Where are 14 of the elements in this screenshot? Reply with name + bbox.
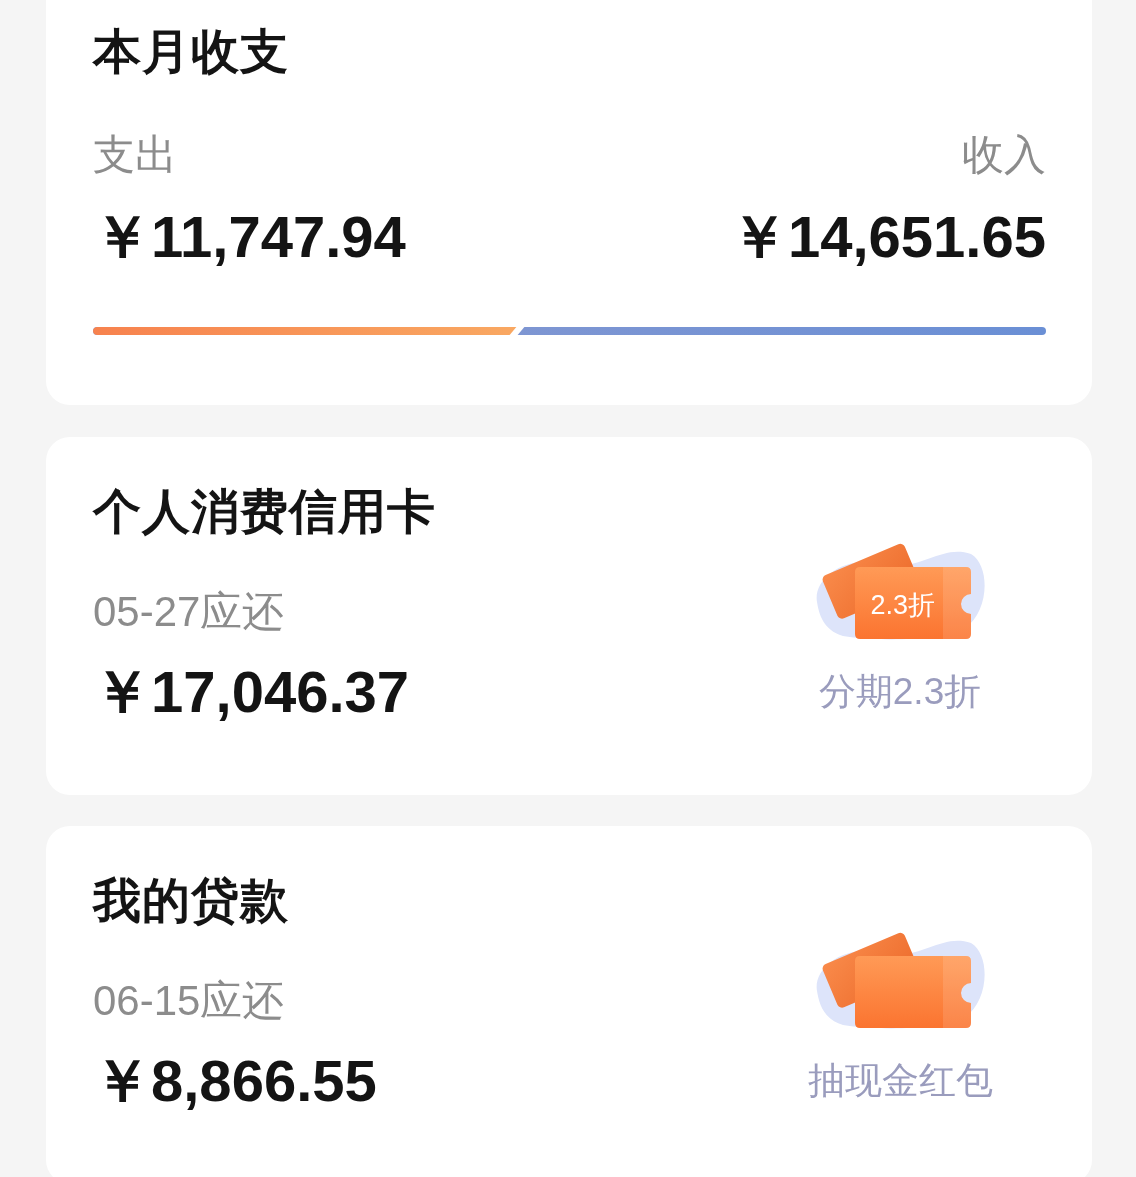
card-title: 个人消费信用卡 (93, 484, 437, 540)
due-amount: ￥8,866.55 (93, 1047, 377, 1115)
due-date-label: 05-27应还 (93, 587, 286, 637)
expense-amount: ￥11,747.94 (93, 203, 406, 271)
income-label: 收入 (962, 130, 1046, 180)
income-amount: ￥14,651.65 (729, 203, 1046, 271)
promo-link[interactable]: 抽现金红包 (807, 1059, 993, 1103)
promo-link[interactable]: 分期2.3折 (818, 670, 982, 714)
card-title: 我的贷款 (93, 873, 290, 929)
discount-text: 2.3折 (870, 589, 936, 622)
due-date-label: 06-15应还 (93, 976, 286, 1026)
expense-label: 支出 (93, 130, 177, 180)
card-title: 本月收支 (93, 24, 290, 80)
due-amount: ￥17,046.37 (93, 658, 410, 726)
